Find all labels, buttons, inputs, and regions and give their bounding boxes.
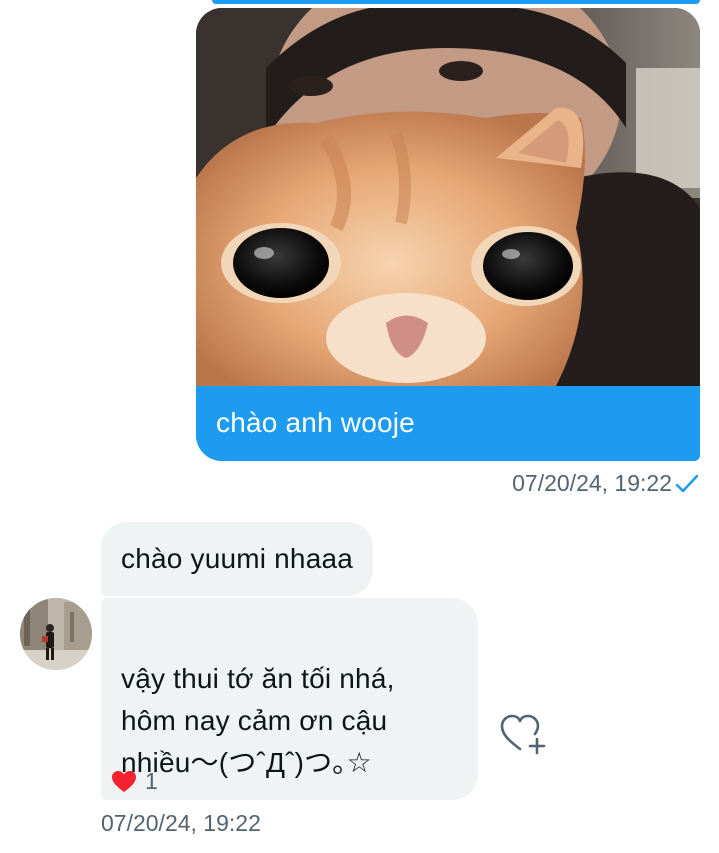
sent-message-text: chào anh wooje	[216, 407, 415, 438]
received-message-text: vậy thui tớ ăn tối nhá, hôm nay cảm ơn c…	[121, 663, 395, 778]
avatar[interactable]	[20, 598, 92, 670]
received-message[interactable]: chào yuumi nhaaa	[101, 522, 374, 596]
sent-message[interactable]: chào anh wooje	[196, 8, 700, 461]
previous-message-edge	[212, 0, 700, 4]
add-reaction-button[interactable]	[500, 712, 548, 756]
received-timestamp: 07/20/24, 19:22	[101, 810, 261, 836]
check-icon	[674, 473, 700, 495]
heart-icon	[111, 770, 137, 794]
sent-photo[interactable]	[196, 8, 700, 386]
avatar-image	[20, 598, 92, 670]
cat-selfie-image	[196, 8, 700, 386]
received-message-text: chào yuumi nhaaa	[121, 543, 354, 574]
reaction-summary[interactable]: 1	[111, 768, 158, 795]
sent-message-meta: 07/20/24, 19:22	[512, 470, 700, 497]
sent-timestamp: 07/20/24, 19:22	[512, 470, 672, 496]
heart-plus-icon	[500, 714, 546, 755]
reaction-count: 1	[145, 768, 158, 794]
sent-text-area: chào anh wooje	[196, 386, 700, 461]
